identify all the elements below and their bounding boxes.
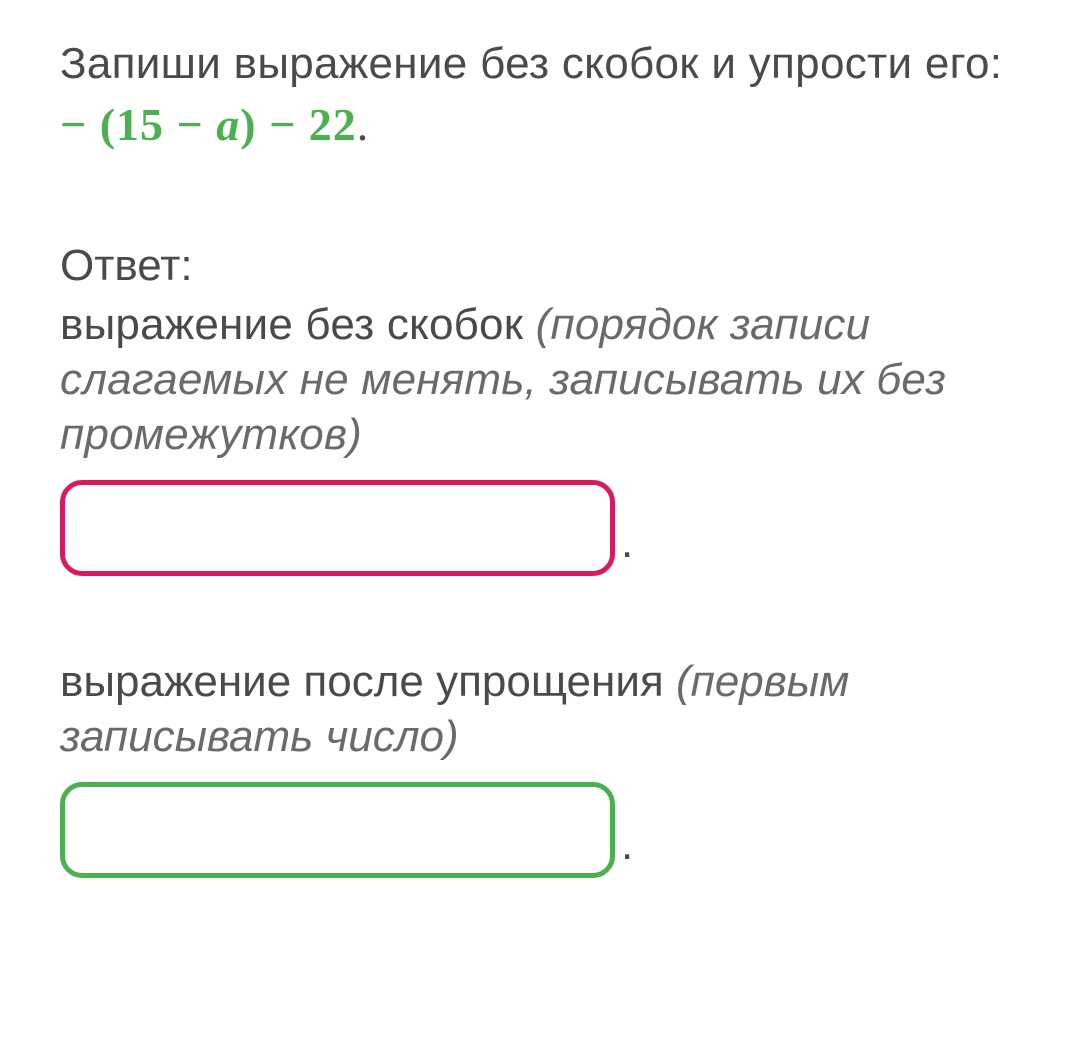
input-row-1: .: [60, 480, 1020, 576]
expr-prefix: − (15 −: [60, 99, 216, 150]
period-1: .: [621, 518, 633, 568]
math-expression: − (15 − a) − 22.: [60, 98, 1020, 151]
period-2: .: [621, 820, 633, 870]
expr-period: .: [357, 99, 370, 150]
section2-text: выражение после упрощения: [60, 657, 676, 706]
answer-label: Ответ:: [60, 241, 1020, 291]
section1-text: выражение без скобок: [60, 300, 536, 349]
section1-description: выражение без скобок (порядок записи сла…: [60, 297, 1020, 462]
problem-instruction: Запиши выражение без скобок и упрости ег…: [60, 35, 1020, 92]
expr-variable: a: [216, 99, 240, 150]
expr-suffix: ) − 22: [240, 99, 357, 150]
input-row-2: .: [60, 782, 1020, 878]
section2-description: выражение после упрощения (первым записы…: [60, 654, 1020, 764]
expression-without-brackets-input[interactable]: [60, 480, 615, 576]
simplified-expression-input[interactable]: [60, 782, 615, 878]
